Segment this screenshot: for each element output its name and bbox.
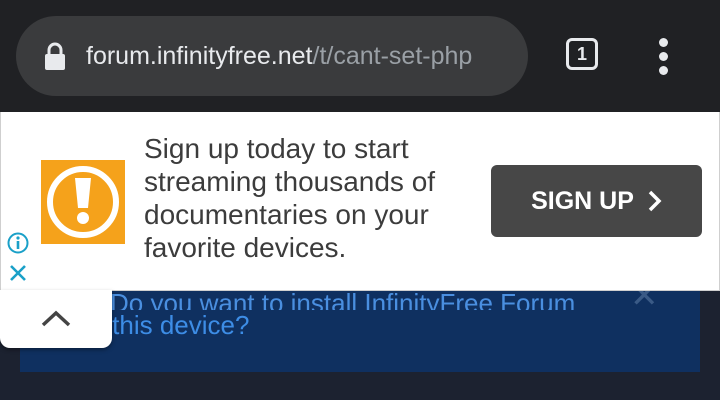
ad-text[interactable]: Sign up today to start streaming thousan… [144,132,464,264]
tab-count: 1 [576,43,587,64]
ad-banner[interactable]: Sign up today to start streaming thousan… [0,112,720,291]
url-host: forum.infinityfree.net [86,41,313,70]
close-icon[interactable] [8,263,28,283]
chevron-right-icon [648,190,662,212]
install-prompt-line2: on this device? [76,310,250,340]
address-bar[interactable]: forum.infinityfree.net/t/cant-set-php [16,16,528,96]
install-prompt-line1: Do you want to install InfinityFree Foru… [110,288,576,310]
sign-up-label: SIGN UP [531,186,634,215]
sign-up-button[interactable]: SIGN UP [491,165,702,237]
exclamation-logo-icon [41,160,125,244]
lock-icon [45,42,65,70]
url-path: /t/cant-set-php [312,41,473,70]
url-text: forum.infinityfree.net/t/cant-set-php [86,42,511,71]
collapse-ad-button[interactable] [0,290,112,348]
install-prompt-text[interactable]: Do you want to install InfinityFree Foru… [76,288,575,341]
more-vert-icon[interactable] [652,36,676,76]
chevron-up-icon [41,310,71,327]
info-icon[interactable] [7,232,29,254]
tab-switcher-button[interactable]: 1 [566,38,598,70]
browser-toolbar: forum.infinityfree.net/t/cant-set-php 1 [0,0,720,112]
